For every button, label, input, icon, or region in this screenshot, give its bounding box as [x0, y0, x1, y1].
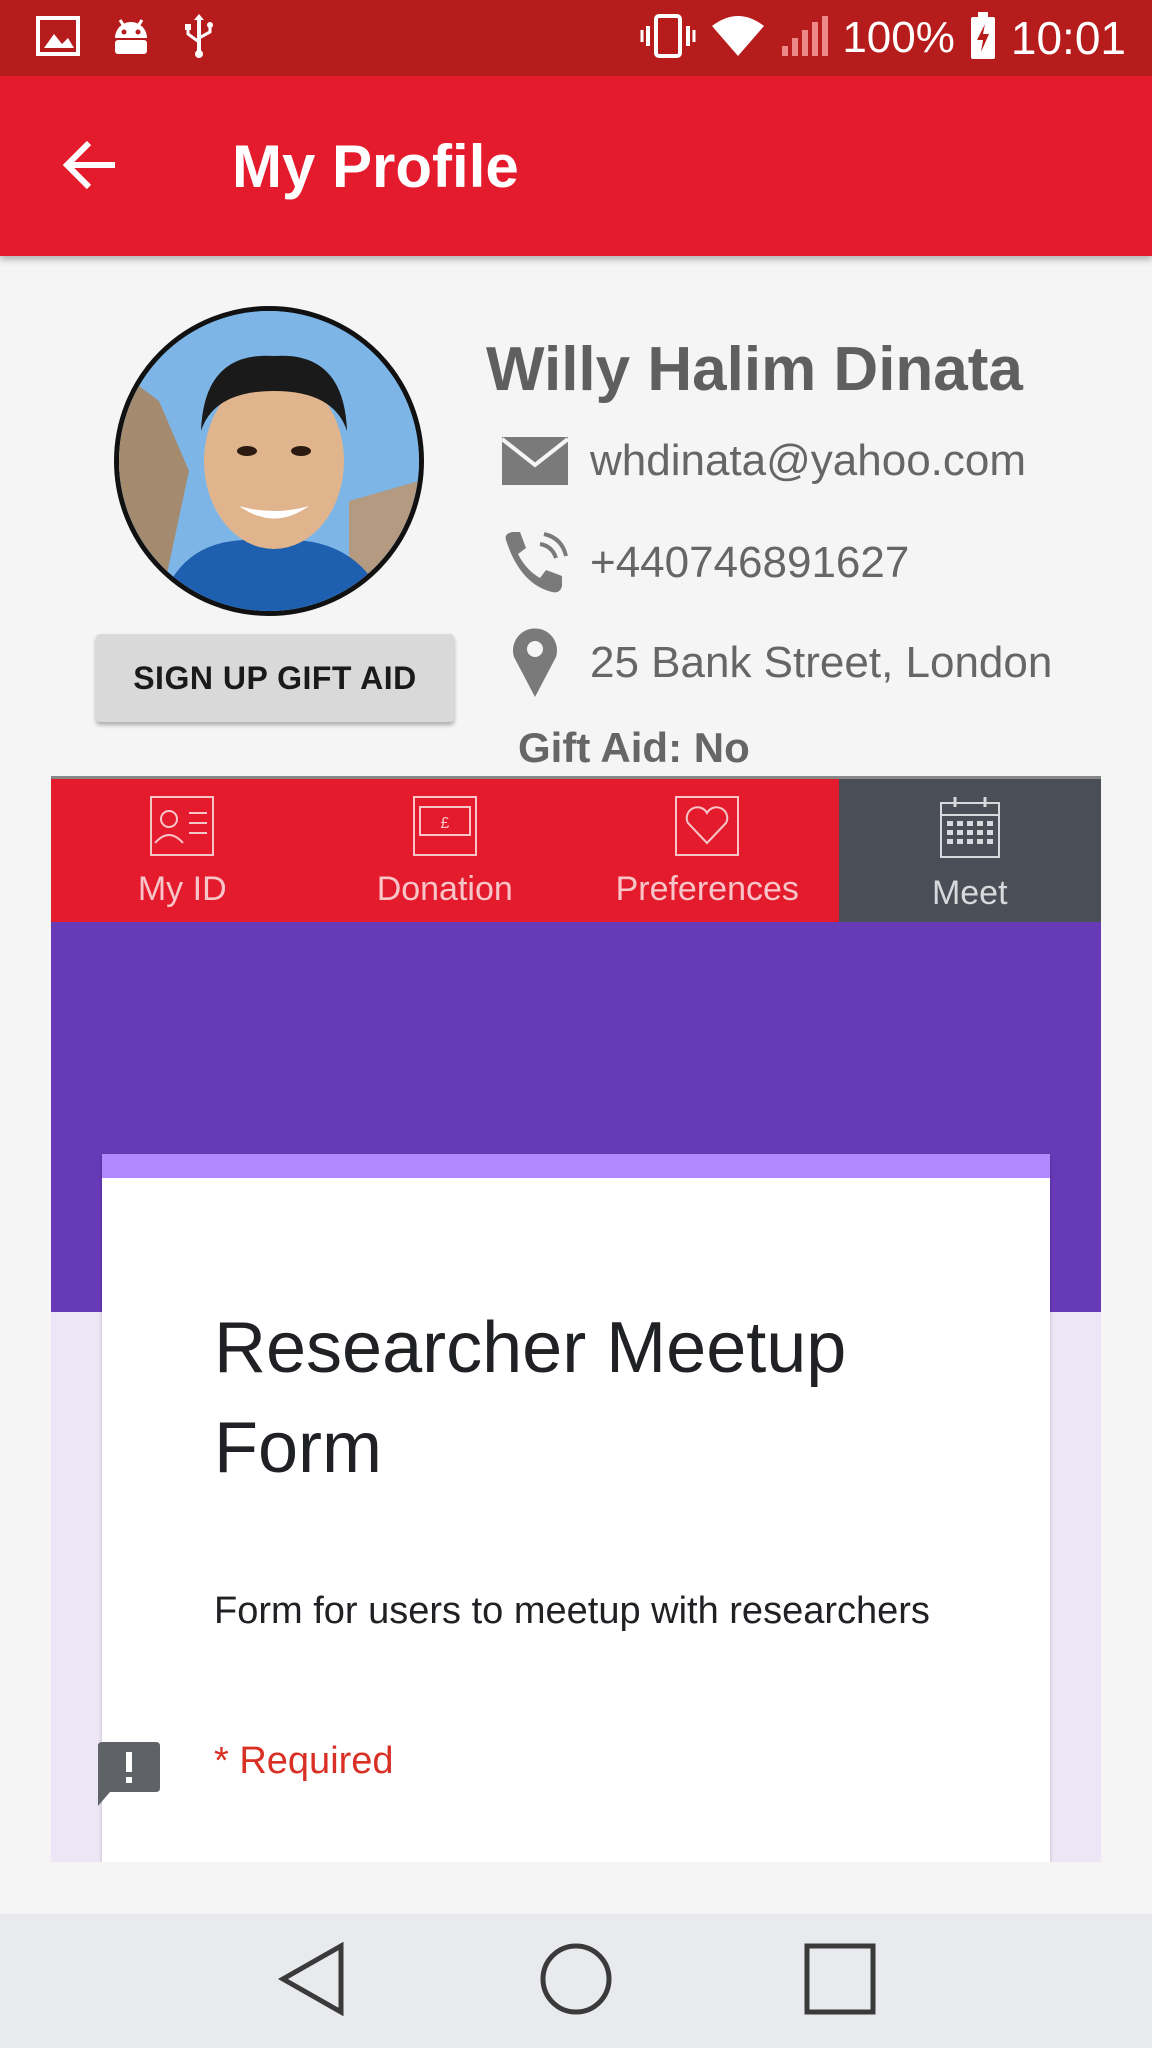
phone-text: +440746891627: [590, 538, 910, 587]
tab-label: My ID: [137, 870, 227, 908]
profile-tabs: My ID £ Donation Preferences Meet: [51, 776, 1101, 922]
heart-icon: [674, 795, 740, 862]
email-row: whdinata@yahoo.com: [500, 428, 1026, 494]
back-button[interactable]: [56, 134, 122, 200]
email-text: whdinata@yahoo.com: [590, 436, 1027, 485]
signal-icon: [780, 14, 829, 63]
nav-home-button[interactable]: [536, 1941, 616, 2021]
status-bar: 100% 10:01: [0, 0, 1152, 76]
android-icon: [110, 16, 152, 61]
required-note: * Required: [214, 1740, 394, 1782]
feedback-icon[interactable]: [96, 1742, 162, 1808]
app-bar: My Profile: [0, 76, 1152, 256]
recents-square-icon: [803, 1942, 877, 2021]
address-text: 25 Bank Street, London: [590, 638, 1053, 687]
wifi-icon: [710, 14, 766, 63]
phone-row: +440746891627: [500, 530, 909, 596]
tab-meet[interactable]: Meet: [838, 779, 1101, 922]
meetup-form-webview: Researcher Meetup Form Form for users to…: [51, 922, 1101, 1862]
tab-label: Preferences: [615, 870, 799, 908]
location-pin-icon: [500, 628, 574, 697]
tab-label: Meet: [931, 874, 1008, 912]
back-triangle-icon: [277, 1941, 347, 2021]
usb-icon: [182, 13, 216, 63]
battery-charging-icon: [969, 11, 997, 65]
form-title: Researcher Meetup Form: [214, 1308, 847, 1488]
banknote-icon: £: [412, 795, 478, 862]
sign-up-gift-aid-button[interactable]: SIGN UP GIFT AID: [96, 634, 454, 722]
image-icon: [36, 15, 80, 61]
calendar-icon: [937, 795, 1003, 866]
form-card: Researcher Meetup Form Form for users to…: [102, 1154, 1050, 1862]
id-card-icon: [149, 795, 215, 862]
tab-donation[interactable]: £ Donation: [313, 779, 576, 922]
nav-recents-button[interactable]: [800, 1941, 880, 2021]
gift-aid-status: Gift Aid: No: [518, 724, 750, 771]
address-row: 25 Bank Street, London: [500, 628, 1053, 697]
form-description: Form for users to meetup with researcher…: [214, 1590, 930, 1632]
home-circle-icon: [539, 1942, 613, 2021]
vibrate-icon: [640, 13, 696, 63]
arrow-left-icon: [61, 140, 117, 195]
svg-text:£: £: [440, 815, 449, 832]
avatar: [114, 306, 424, 616]
clock: 10:01: [1010, 12, 1126, 64]
email-icon: [500, 428, 574, 494]
tab-preferences[interactable]: Preferences: [576, 779, 839, 922]
phone-icon: [500, 530, 574, 596]
page-title: My Profile: [232, 133, 519, 200]
system-nav-bar: [0, 1914, 1152, 2048]
nav-back-button[interactable]: [272, 1941, 352, 2021]
tab-label: Donation: [376, 870, 513, 908]
tab-my-id[interactable]: My ID: [51, 779, 314, 922]
user-name: Willy Halim Dinata: [486, 335, 1023, 404]
battery-percent: 100%: [842, 13, 955, 62]
